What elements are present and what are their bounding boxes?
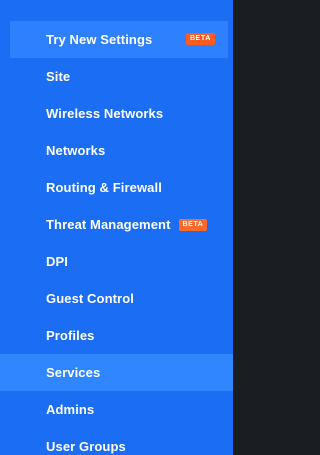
sidebar-item-label: User Groups <box>46 439 126 454</box>
sidebar-item-label: Admins <box>46 402 95 417</box>
sidebar-item-label: Profiles <box>46 328 95 343</box>
sidebar-item-networks[interactable]: Networks <box>0 132 233 169</box>
sidebar-item-label: DPI <box>46 254 68 269</box>
settings-nav-list: Site Wireless Networks Networks Routing … <box>0 58 233 455</box>
sidebar-item-label: Services <box>46 365 101 380</box>
try-new-settings-label: Try New Settings <box>46 32 153 47</box>
sidebar-item-label: Wireless Networks <box>46 106 164 121</box>
sidebar-item-label: Guest Control <box>46 291 134 306</box>
active-item-indicator <box>233 354 234 391</box>
sidebar-item-site[interactable]: Site <box>0 58 233 95</box>
sidebar-item-label: Networks <box>46 143 106 158</box>
sidebar-item-user-groups[interactable]: User Groups <box>0 428 233 455</box>
sidebar-item-guest-control[interactable]: Guest Control <box>0 280 233 317</box>
settings-sidebar: Try New Settings BETA Site Wireless Netw… <box>0 0 234 455</box>
sidebar-item-label: Site <box>46 69 71 84</box>
sidebar-item-label: Threat Management <box>46 217 171 232</box>
sidebar-item-dpi[interactable]: DPI <box>0 243 233 280</box>
try-new-settings-item[interactable]: Try New Settings BETA <box>10 21 228 58</box>
beta-badge: BETA <box>178 218 208 231</box>
sidebar-item-label: Routing & Firewall <box>46 180 162 195</box>
sidebar-item-services[interactable]: Services <box>0 354 233 391</box>
sidebar-item-routing-firewall[interactable]: Routing & Firewall <box>0 169 233 206</box>
sidebar-item-profiles[interactable]: Profiles <box>0 317 233 354</box>
sidebar-item-admins[interactable]: Admins <box>0 391 233 428</box>
sidebar-item-wireless-networks[interactable]: Wireless Networks <box>0 95 233 132</box>
beta-badge: BETA <box>186 33 215 45</box>
sidebar-item-threat-management[interactable]: Threat Management BETA <box>0 206 233 243</box>
window-background <box>233 0 246 455</box>
